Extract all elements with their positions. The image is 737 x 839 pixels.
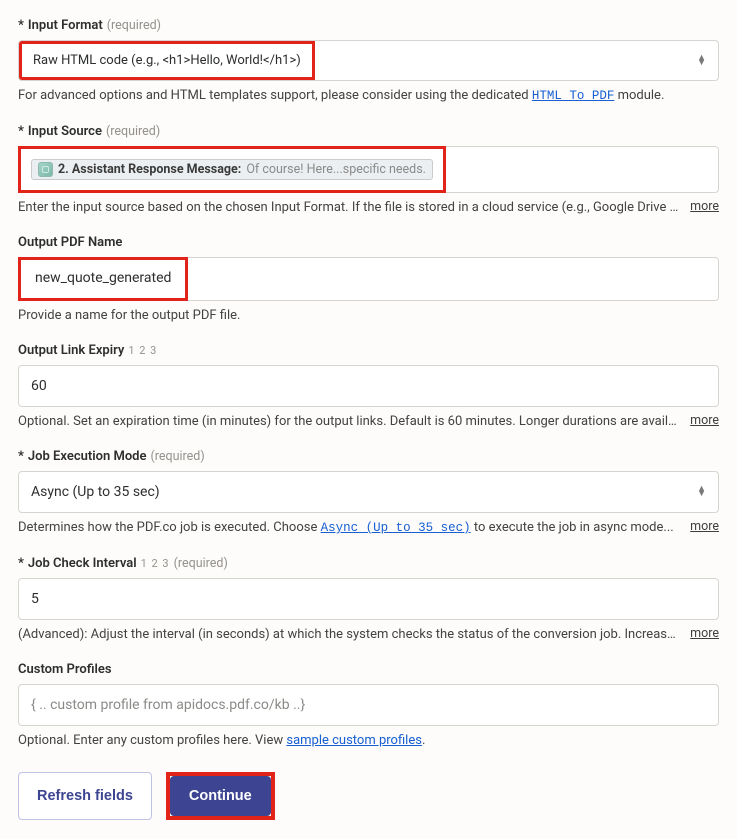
label-text: Job Check Interval <box>28 556 137 571</box>
highlight-box: Raw HTML code (e.g., <h1>Hello, World!</… <box>19 41 315 80</box>
required-tag: (required) <box>174 556 228 571</box>
source-pill[interactable]: 2. Assistant Response Message: Of course… <box>31 159 433 180</box>
input-format-select[interactable]: Raw HTML code (e.g., <h1>Hello, World!</… <box>18 40 719 81</box>
output-name-input[interactable]: new_quote_generated <box>18 257 719 301</box>
helper-row: Provide a name for the output PDF file. <box>18 307 719 325</box>
highlight-box: new_quote_generated <box>18 257 188 301</box>
more-link[interactable]: more <box>690 199 719 214</box>
pill-faded: Of course! Here...specific needs. <box>246 162 426 177</box>
helper-row: Optional. Set an expiration time (in min… <box>18 413 719 431</box>
field-input-source: * Input Source (required) 2. Assistant R… <box>18 124 719 217</box>
highlight-box: Continue <box>166 772 275 820</box>
label-text: Output PDF Name <box>18 235 122 250</box>
helper-text: For advanced options and HTML templates … <box>18 87 719 106</box>
numeric-tag: 1 2 3 <box>128 344 157 357</box>
chevron-up-down-icon: ▲▼ <box>697 56 706 66</box>
field-custom-profiles: Custom Profiles { .. custom profile from… <box>18 662 719 750</box>
action-buttons: Refresh fields Continue <box>18 772 719 820</box>
helper-text: Provide a name for the output PDF file. <box>18 307 719 325</box>
link-expiry-label: Output Link Expiry 1 2 3 <box>18 343 719 358</box>
helper-text: Determines how the PDF.co job is execute… <box>18 519 680 538</box>
helper-suffix: module. <box>614 88 664 103</box>
input-source-label: * Input Source (required) <box>18 124 719 139</box>
field-job-interval: * Job Check Interval 1 2 3 (required) 5 … <box>18 556 719 644</box>
helper-text: Optional. Set an expiration time (in min… <box>18 413 680 431</box>
continue-button[interactable]: Continue <box>170 776 271 816</box>
helper-prefix: Optional. Enter any custom profiles here… <box>18 733 286 748</box>
helper-text: (Advanced): Adjust the interval (in seco… <box>18 626 680 644</box>
select-spacer: ▲▼ <box>315 41 718 80</box>
input-format-value: Raw HTML code (e.g., <h1>Hello, World!</… <box>22 44 312 77</box>
field-link-expiry: Output Link Expiry 1 2 3 60 Optional. Se… <box>18 343 719 431</box>
link-expiry-input[interactable]: 60 <box>18 365 719 407</box>
field-input-format: * Input Format (required) Raw HTML code … <box>18 18 719 106</box>
helper-row: (Advanced): Adjust the interval (in seco… <box>18 626 719 644</box>
refresh-fields-button[interactable]: Refresh fields <box>18 772 152 820</box>
helper-prefix: Determines how the PDF.co job is execute… <box>18 520 321 535</box>
output-name-label: Output PDF Name <box>18 235 719 250</box>
required-tag: (required) <box>107 18 161 33</box>
custom-profiles-input[interactable]: { .. custom profile from apidocs.pdf.co/… <box>18 684 719 726</box>
job-interval-input[interactable]: 5 <box>18 578 719 620</box>
more-link[interactable]: more <box>690 413 719 428</box>
async-link[interactable]: Async (Up to 35 sec) <box>321 521 471 535</box>
input-source-input[interactable]: 2. Assistant Response Message: Of course… <box>18 146 719 193</box>
helper-prefix: For advanced options and HTML templates … <box>18 88 532 103</box>
helper-row: Optional. Enter any custom profiles here… <box>18 732 719 750</box>
label-text: Custom Profiles <box>18 662 112 677</box>
field-job-mode: * Job Execution Mode (required) Async (U… <box>18 449 719 538</box>
required-asterisk: * <box>18 124 24 139</box>
label-text: Output Link Expiry <box>18 343 124 358</box>
job-interval-label: * Job Check Interval 1 2 3 (required) <box>18 556 719 571</box>
job-mode-select[interactable]: Async (Up to 35 sec) ▲▼ <box>18 471 719 513</box>
chevron-up-down-icon: ▲▼ <box>697 487 706 497</box>
custom-profiles-label: Custom Profiles <box>18 662 719 677</box>
input-format-label: * Input Format (required) <box>18 18 719 33</box>
job-interval-value: 5 <box>31 591 39 607</box>
label-text: Input Source <box>28 124 102 139</box>
required-tag: (required) <box>106 124 160 139</box>
highlight-box: 2. Assistant Response Message: Of course… <box>18 146 446 193</box>
pill-bold: 2. Assistant Response Message: <box>58 162 241 177</box>
helper-row: Enter the input source based on the chos… <box>18 199 719 217</box>
more-link[interactable]: more <box>690 626 719 641</box>
job-mode-value: Async (Up to 35 sec) <box>31 484 160 500</box>
helper-row: For advanced options and HTML templates … <box>18 87 719 106</box>
required-tag: (required) <box>151 449 205 464</box>
field-output-name: Output PDF Name new_quote_generated Prov… <box>18 235 719 325</box>
sample-profiles-link[interactable]: sample custom profiles <box>286 733 422 748</box>
link-expiry-value: 60 <box>31 378 47 394</box>
output-name-value: new_quote_generated <box>21 260 185 296</box>
html-to-pdf-link[interactable]: HTML To PDF <box>532 89 615 103</box>
helper-row: Determines how the PDF.co job is execute… <box>18 519 719 538</box>
numeric-tag: 1 2 3 <box>141 557 170 570</box>
more-link[interactable]: more <box>690 519 719 534</box>
required-asterisk: * <box>18 18 24 33</box>
custom-profiles-placeholder: { .. custom profile from apidocs.pdf.co/… <box>31 697 305 713</box>
helper-text: Enter the input source based on the chos… <box>18 199 680 217</box>
label-text: Job Execution Mode <box>28 449 147 464</box>
job-mode-label: * Job Execution Mode (required) <box>18 449 719 464</box>
helper-suffix: . <box>422 733 425 748</box>
required-asterisk: * <box>18 556 24 571</box>
required-asterisk: * <box>18 449 24 464</box>
helper-text: Optional. Enter any custom profiles here… <box>18 732 719 750</box>
label-text: Input Format <box>28 18 103 33</box>
assistant-icon <box>38 162 53 177</box>
helper-suffix: to execute the job in async mode... <box>471 520 674 535</box>
